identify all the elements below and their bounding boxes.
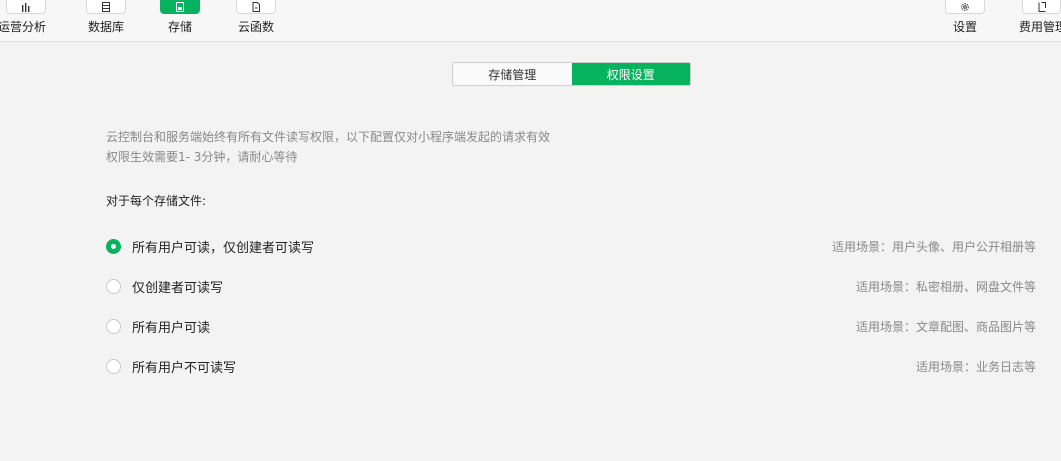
top-toolbar: 运营分析 数据库 存储 云函数 设置 费用管理: [0, 0, 1061, 42]
cloud-function-icon: [236, 0, 276, 14]
radio-button[interactable]: [106, 318, 121, 334]
option-scene: 适用场景：文章配图、商品图片等: [855, 319, 1036, 334]
radio-button[interactable]: [106, 238, 121, 254]
permission-description: 云控制台和服务端始终有所有文件读写权限，以下配置仅对小程序端发起的请求有效: [106, 130, 551, 144]
toolbar-label: 费用管理: [1019, 20, 1061, 34]
database-icon: [86, 0, 126, 14]
toolbar-item-storage[interactable]: 存储: [160, 0, 200, 42]
toolbar-label: 数据库: [87, 20, 124, 34]
option-label: 所有用户不可读写: [132, 360, 237, 376]
permission-option-all-read[interactable]: 所有用户可读 适用场景：文章配图、商品图片等: [106, 316, 1036, 336]
toolbar-item-analytics[interactable]: 运营分析: [0, 0, 46, 42]
toolbar-label: 设置: [952, 20, 977, 34]
permission-option-public-read[interactable]: 所有用户可读，仅创建者可读写 适用场景：用户头像、用户公开相册等: [106, 236, 1036, 256]
option-label: 所有用户可读: [132, 320, 211, 336]
permission-option-creator-only[interactable]: 仅创建者可读写 适用场景：私密相册、网盘文件等: [106, 276, 1036, 296]
option-label: 所有用户可读，仅创建者可读写: [132, 240, 315, 256]
option-scene: 适用场景：业务日志等: [915, 359, 1036, 374]
storage-tabs: 存储管理 权限设置: [452, 62, 691, 86]
billing-icon: [1022, 0, 1061, 14]
toolbar-label: 存储: [167, 20, 192, 34]
toolbar-item-billing[interactable]: 费用管理: [1019, 0, 1061, 42]
toolbar-item-settings[interactable]: 设置: [945, 0, 985, 42]
radio-button[interactable]: [106, 278, 121, 294]
gear-icon: [945, 0, 985, 14]
permission-delay-note: 权限生效需要1- 3分钟，请耐心等待: [106, 150, 298, 164]
option-scene: 适用场景：私密相册、网盘文件等: [855, 279, 1036, 294]
tab-storage-management[interactable]: 存储管理: [453, 63, 572, 85]
toolbar-item-cloud-function[interactable]: 云函数: [236, 0, 276, 42]
toolbar-label: 云函数: [237, 20, 274, 34]
option-scene: 适用场景：用户头像、用户公开相册等: [831, 239, 1036, 254]
toolbar-label: 运营分析: [0, 20, 47, 34]
radio-button[interactable]: [106, 358, 121, 374]
bar-chart-icon: [6, 0, 46, 14]
option-label: 仅创建者可读写: [132, 280, 224, 296]
radio-dot: [111, 243, 116, 249]
storage-icon: [160, 0, 200, 14]
tab-permission-settings[interactable]: 权限设置: [571, 63, 690, 85]
toolbar-item-database[interactable]: 数据库: [86, 0, 126, 42]
section-title: 对于每个存储文件:: [106, 194, 207, 208]
permission-option-no-access[interactable]: 所有用户不可读写 适用场景：业务日志等: [106, 356, 1036, 376]
